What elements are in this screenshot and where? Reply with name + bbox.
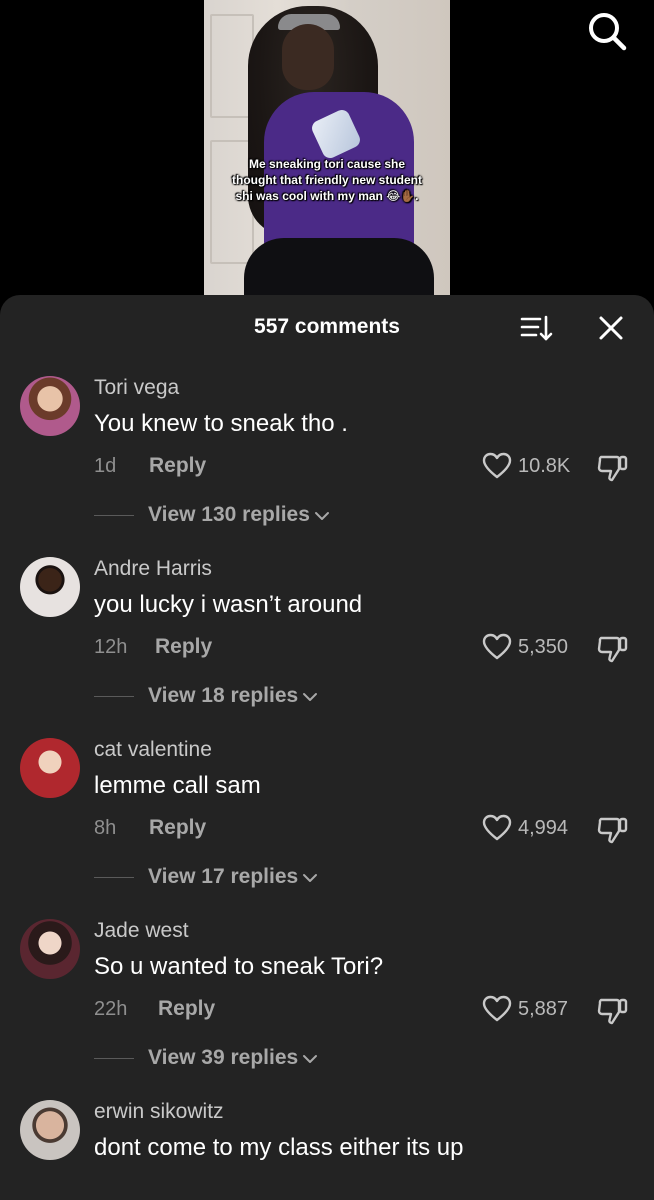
comment-time: 1d <box>94 455 117 477</box>
divider-line <box>94 876 134 878</box>
comment-time: 22h <box>94 998 128 1020</box>
search-icon <box>589 13 627 51</box>
thumbs-down-icon <box>597 636 628 663</box>
comment-item: Jade west So u wanted to sneak Tori? 22h… <box>0 919 654 1089</box>
like-count: 5,350 <box>518 635 569 658</box>
comment-text: you lucky i wasn’t around <box>94 591 363 618</box>
divider-line <box>94 695 134 697</box>
video-thumbnail[interactable]: Me sneaking tori cause she thought that … <box>204 0 450 296</box>
like-count: 10.8K <box>518 454 571 477</box>
chevron-down-icon <box>303 874 318 882</box>
comments-count: 557 comments <box>254 315 400 338</box>
reply-button[interactable]: Reply <box>149 816 206 840</box>
view-replies-button[interactable]: View 39 replies <box>94 1046 318 1070</box>
comment-time: 12h <box>94 636 128 658</box>
person-face <box>282 24 334 90</box>
heart-icon <box>482 814 512 841</box>
view-replies-button[interactable]: View 130 replies <box>94 503 330 527</box>
comment-username[interactable]: Jade west <box>94 919 189 943</box>
view-replies-label: View 17 replies <box>148 865 299 888</box>
avatar[interactable] <box>20 376 80 436</box>
sort-button[interactable] <box>518 313 554 343</box>
comment-item: erwin sikowitz dont come to my class eit… <box>0 1100 654 1200</box>
comments-sheet: 557 comments Tori vega You knew to sneak… <box>0 295 654 1200</box>
comment-username[interactable]: Andre Harris <box>94 557 212 581</box>
view-replies-label: View 18 replies <box>148 684 299 707</box>
comment-time: 8h <box>94 817 117 839</box>
dislike-button[interactable] <box>597 634 629 664</box>
reply-button[interactable]: Reply <box>158 997 215 1021</box>
comment-item: Andre Harris you lucky i wasn’t around 1… <box>0 557 654 727</box>
avatar[interactable] <box>20 557 80 617</box>
comment-username[interactable]: cat valentine <box>94 738 212 762</box>
video-area[interactable]: Me sneaking tori cause she thought that … <box>0 0 654 300</box>
reply-button[interactable]: Reply <box>149 454 206 478</box>
like-button[interactable]: 10.8K <box>482 452 570 480</box>
comments-header: 557 comments <box>0 295 654 361</box>
chevron-down-icon <box>303 693 318 701</box>
search-button[interactable] <box>584 8 630 54</box>
thumbs-down-icon <box>597 817 628 844</box>
like-count: 5,887 <box>518 997 569 1020</box>
heart-icon <box>482 452 512 479</box>
dislike-button[interactable] <box>597 815 629 845</box>
comment-item: cat valentine lemme call sam 8h Reply 4,… <box>0 738 654 908</box>
like-button[interactable]: 4,994 <box>482 814 568 842</box>
reply-button[interactable]: Reply <box>155 635 212 659</box>
comment-item: Tori vega You knew to sneak tho . 1d Rep… <box>0 376 654 546</box>
dislike-button[interactable] <box>597 996 629 1026</box>
avatar[interactable] <box>20 1100 80 1160</box>
close-icon <box>599 316 623 340</box>
comment-text: So u wanted to sneak Tori? <box>94 953 384 980</box>
view-replies-button[interactable]: View 18 replies <box>94 684 318 708</box>
like-button[interactable]: 5,350 <box>482 633 568 661</box>
divider-line <box>94 1057 134 1059</box>
comment-username[interactable]: Tori vega <box>94 376 179 400</box>
comment-username[interactable]: erwin sikowitz <box>94 1100 224 1124</box>
view-replies-label: View 39 replies <box>148 1046 299 1069</box>
sort-icon <box>520 315 553 341</box>
person-pants <box>244 238 434 296</box>
heart-icon <box>482 633 512 660</box>
chevron-down-icon <box>303 1055 318 1063</box>
comment-text: dont come to my class either its up <box>94 1134 464 1161</box>
comment-text: You knew to sneak tho . <box>94 410 348 437</box>
like-count: 4,994 <box>518 816 569 839</box>
thumbs-down-icon <box>597 998 628 1025</box>
close-button[interactable] <box>594 311 628 345</box>
view-replies-button[interactable]: View 17 replies <box>94 865 318 889</box>
dislike-button[interactable] <box>597 453 629 483</box>
thumbs-down-icon <box>597 455 628 482</box>
chevron-down-icon <box>314 512 329 520</box>
like-button[interactable]: 5,887 <box>482 995 568 1023</box>
video-caption: Me sneaking tori cause she thought that … <box>232 157 422 203</box>
heart-icon <box>482 995 512 1022</box>
view-replies-label: View 130 replies <box>148 503 310 526</box>
divider-line <box>94 514 134 516</box>
avatar[interactable] <box>20 919 80 979</box>
avatar[interactable] <box>20 738 80 798</box>
comment-text: lemme call sam <box>94 772 261 799</box>
